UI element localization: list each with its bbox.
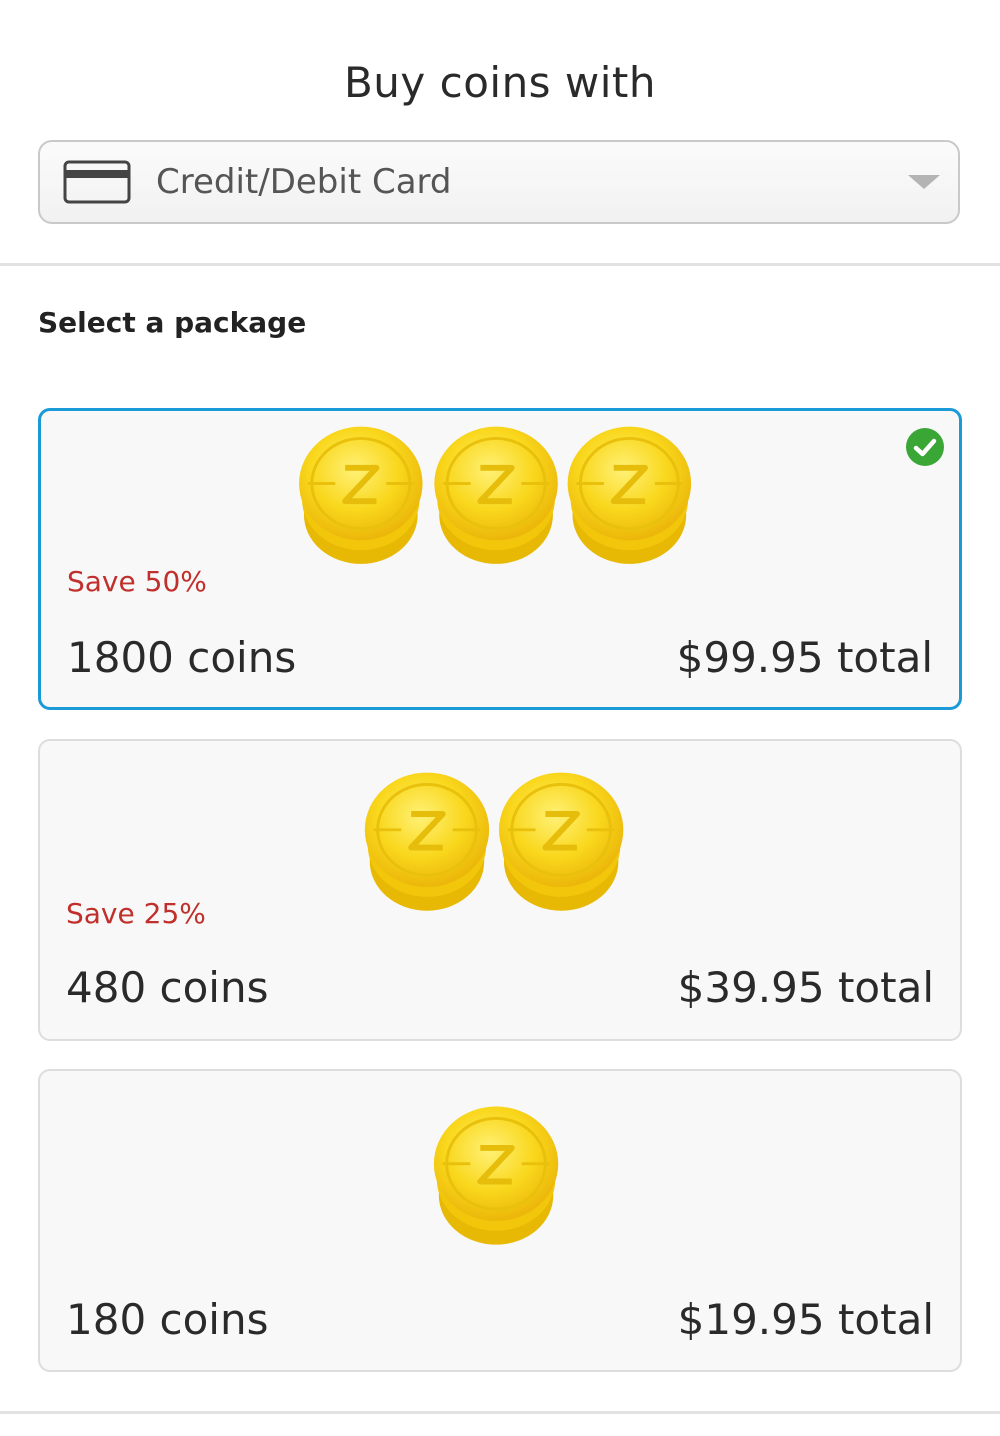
chevron-down-icon — [908, 175, 940, 189]
page-title: Buy coins with — [343, 58, 657, 107]
package-coins: 1800 coins — [67, 633, 297, 682]
package-price: $19.95 total — [677, 1295, 934, 1344]
package-card-180[interactable]: 180 coins $19.95 total — [38, 1069, 962, 1372]
payment-method-dropdown[interactable]: Credit/Debit Card — [38, 140, 960, 224]
package-coins: 180 coins — [66, 1295, 269, 1344]
discount-label: Save 50% — [67, 565, 207, 598]
buy-coins-page: Buy coins with Credit/Debit Card Select … — [0, 0, 1000, 1436]
package-card-1800[interactable]: Save 50% 1800 coins $99.95 total — [38, 408, 962, 710]
discount-label: Save 25% — [66, 897, 206, 930]
payment-method-label: Credit/Debit Card — [156, 162, 452, 202]
credit-card-icon — [62, 159, 132, 205]
select-package-heading: Select a package — [38, 306, 307, 339]
selected-check-icon — [906, 428, 944, 466]
package-price: $99.95 total — [676, 633, 933, 682]
package-coins: 480 coins — [66, 963, 269, 1012]
section-divider — [0, 263, 1000, 266]
package-card-480[interactable]: Save 25% 480 coins $39.95 total — [38, 739, 962, 1041]
package-price: $39.95 total — [677, 963, 934, 1012]
bottom-divider — [0, 1411, 1000, 1414]
